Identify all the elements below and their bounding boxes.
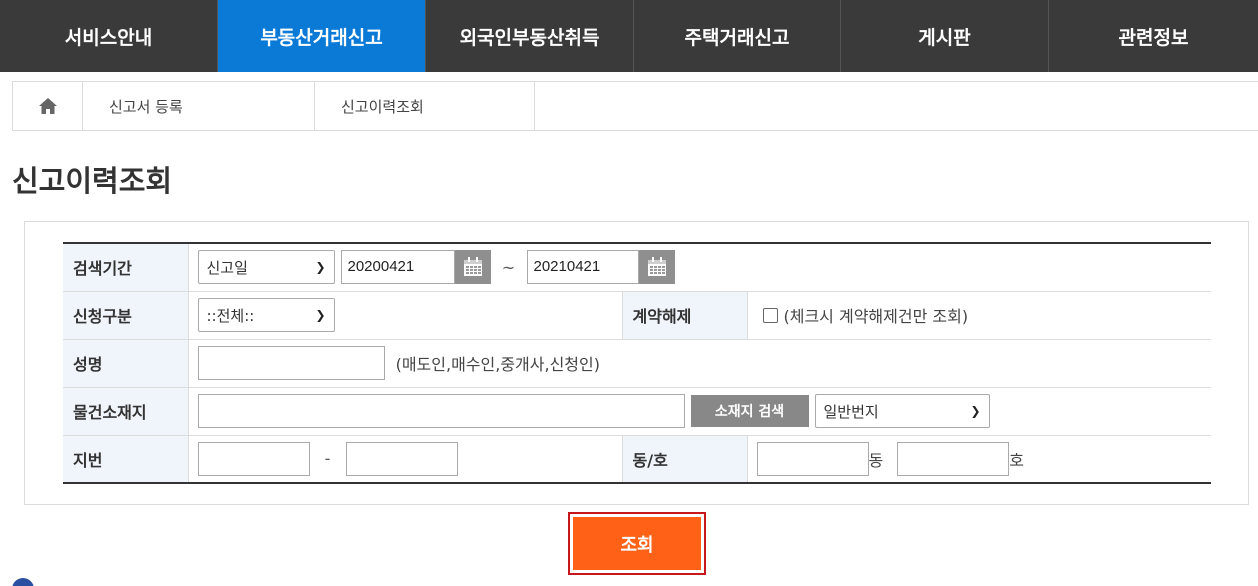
search-submit-button[interactable]: 조회	[573, 517, 701, 570]
nav-related-info[interactable]: 관련정보	[1049, 0, 1258, 72]
row-location: 물건소재지 소재지 검색 일반번지 ❯	[63, 387, 1211, 436]
chevron-down-icon: ❯	[970, 404, 981, 418]
date-separator: ~	[501, 257, 516, 277]
contract-cancel-checkbox[interactable]	[762, 307, 778, 323]
page-title: 신고이력조회	[12, 164, 173, 198]
dong-suffix: 동	[868, 450, 884, 470]
row-request-type: 신청구분 ::전체:: ❯ 계약해제 (체크시 계약해제건만 조회)	[63, 291, 1211, 340]
dong-input[interactable]	[756, 441, 869, 476]
start-calendar-button[interactable]	[454, 250, 491, 285]
breadcrumb-history[interactable]: 신고이력조회	[315, 82, 535, 130]
nav-real-estate-report[interactable]: 부동산거래신고	[218, 0, 426, 72]
top-navigation: 서비스안내 부동산거래신고 외국인부동산취득 주택거래신고 게시판 관련정보	[0, 0, 1258, 72]
row-period: 검색기간 신고일 ❯ 20200421 ~ 20210421	[63, 243, 1211, 292]
nav-foreigner-acquisition[interactable]: 외국인부동산취득	[426, 0, 634, 72]
name-hint: (매도인,매수인,중개사,신청인)	[395, 355, 600, 374]
label-name: 성명	[63, 339, 189, 388]
label-request-type: 신청구분	[63, 291, 189, 340]
ho-input[interactable]	[897, 441, 1010, 476]
end-calendar-button[interactable]	[638, 250, 675, 285]
period-type-select[interactable]: 신고일 ❯	[197, 250, 335, 285]
row-lot: 지번 - 동/호 동 호	[63, 435, 1211, 483]
location-input[interactable]	[197, 394, 685, 428]
label-unit: 동/호	[621, 435, 748, 483]
row-name: 성명 (매도인,매수인,중개사,신청인)	[63, 339, 1211, 388]
label-period: 검색기간	[63, 243, 189, 292]
calendar-icon	[647, 257, 666, 277]
breadcrumb-register[interactable]: 신고서 등록	[83, 82, 315, 130]
label-location: 물건소재지	[63, 387, 189, 436]
chevron-down-icon: ❯	[315, 260, 326, 275]
nav-housing-transaction[interactable]: 주택거래신고	[634, 0, 841, 72]
breadcrumb: 신고서 등록 신고이력조회	[12, 81, 1258, 131]
location-search-button[interactable]: 소재지 검색	[690, 395, 809, 427]
label-lot: 지번	[63, 435, 189, 483]
submit-highlight: 조회	[568, 512, 706, 575]
ho-suffix: 호	[1009, 450, 1024, 470]
home-icon	[38, 98, 57, 114]
nav-board[interactable]: 게시판	[841, 0, 1049, 72]
search-form: 검색기간 신고일 ❯ 20200421 ~ 20210421 신청구분::전체…	[63, 242, 1211, 484]
start-date-input[interactable]: 20200421	[340, 250, 455, 285]
end-date-input[interactable]: 20210421	[526, 250, 639, 285]
contract-cancel-hint: (체크시 계약해제건만 조회)	[783, 307, 969, 326]
request-type-select[interactable]: ::전체:: ❯	[197, 298, 335, 332]
breadcrumb-home[interactable]	[13, 82, 83, 130]
name-input[interactable]	[197, 346, 385, 380]
lot-sub-input[interactable]	[345, 441, 458, 476]
section-bullet-icon	[12, 578, 34, 586]
lot-main-input[interactable]	[197, 441, 310, 476]
lot-dash: -	[324, 449, 331, 469]
calendar-icon	[463, 257, 482, 277]
search-panel: 검색기간 신고일 ❯ 20200421 ~ 20210421 신청구분::전체…	[24, 221, 1249, 505]
label-contract-cancel: 계약해제	[621, 291, 748, 340]
chevron-down-icon: ❯	[315, 308, 326, 322]
nav-service-info[interactable]: 서비스안내	[0, 0, 218, 72]
lot-type-select[interactable]: 일반번지 ❯	[814, 394, 990, 428]
